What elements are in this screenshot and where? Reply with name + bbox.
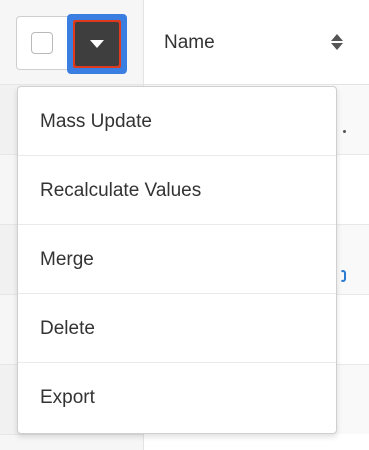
menu-item-label: Merge: [40, 249, 94, 270]
menu-item-label: Delete: [40, 318, 95, 339]
mass-actions-menu: Mass Update Recalculate Values Merge Del…: [17, 86, 337, 434]
select-all-checkbox[interactable]: [31, 32, 53, 54]
menu-item-delete[interactable]: Delete: [18, 294, 336, 363]
column-header-label: Name: [164, 32, 215, 53]
truncated-link-fragment: [340, 270, 346, 282]
truncated-text-fragment: [343, 130, 346, 133]
menu-item-label: Mass Update: [40, 111, 152, 132]
menu-item-recalculate-values[interactable]: Recalculate Values: [18, 156, 336, 225]
menu-item-merge[interactable]: Merge: [18, 225, 336, 294]
menu-item-mass-update[interactable]: Mass Update: [18, 87, 336, 156]
list-view-panel: Name Mass Update Recalculate Values Merg…: [0, 0, 369, 450]
menu-item-label: Export: [40, 387, 95, 408]
name-column-header[interactable]: Name: [144, 0, 369, 85]
dropdown-button-face: [75, 22, 119, 66]
menu-item-export[interactable]: Export: [18, 363, 336, 432]
sort-icon[interactable]: [330, 32, 344, 52]
menu-item-label: Recalculate Values: [40, 180, 202, 201]
caret-down-icon: [90, 40, 104, 48]
mass-actions-dropdown-button[interactable]: [67, 14, 127, 74]
